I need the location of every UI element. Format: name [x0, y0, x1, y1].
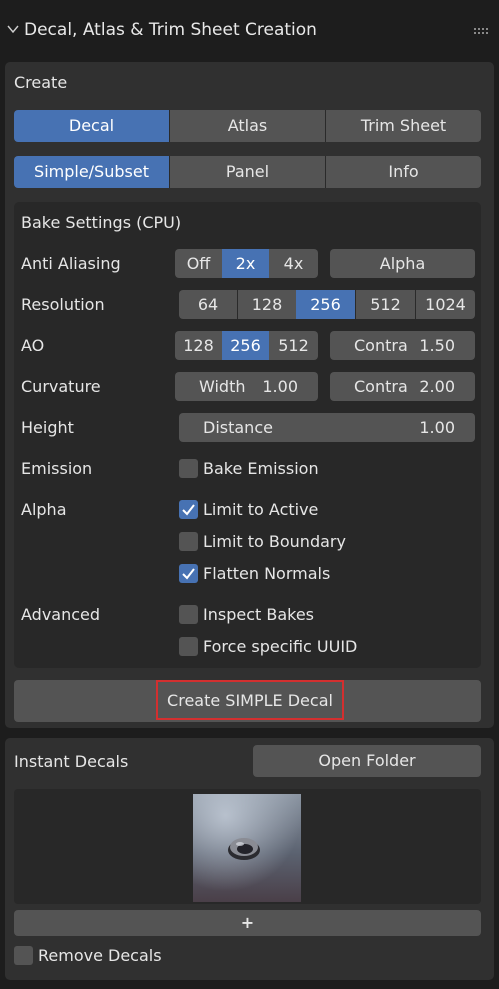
curvature-width-field[interactable]: Width 1.00 [175, 372, 318, 401]
decal-thumbnail[interactable] [193, 794, 301, 902]
tab-decal[interactable]: Decal [14, 110, 169, 142]
ao-128-button[interactable]: 128 [175, 331, 222, 360]
limit-to-active-checkbox[interactable] [179, 500, 198, 519]
aa-off-button[interactable]: Off [175, 249, 222, 278]
tab-atlas[interactable]: Atlas [169, 110, 325, 142]
advanced-label: Advanced [21, 605, 101, 624]
force-uuid-label[interactable]: Force specific UUID [203, 637, 357, 656]
inspect-bakes-checkbox[interactable] [179, 605, 198, 624]
checkmark-icon [182, 504, 195, 516]
checkmark-icon [182, 568, 195, 580]
limit-to-active-label[interactable]: Limit to Active [203, 500, 318, 519]
bake-emission-checkbox[interactable] [179, 459, 198, 478]
curvature-contrast-field[interactable]: Contra 2.00 [330, 372, 475, 401]
tab-info[interactable]: Info [325, 156, 481, 188]
height-distance-label: Distance [203, 418, 273, 437]
drag-grip-icon[interactable] [474, 28, 490, 34]
force-uuid-checkbox[interactable] [179, 637, 198, 656]
height-label: Height [21, 418, 74, 437]
ao-label: AO [21, 336, 45, 355]
alpha-label: Alpha [21, 500, 67, 519]
aa-4x-button[interactable]: 4x [269, 249, 318, 278]
tab-simple-subset[interactable]: Simple/Subset [14, 156, 169, 188]
inspect-bakes-label[interactable]: Inspect Bakes [203, 605, 314, 624]
curvature-label: Curvature [21, 377, 101, 396]
flatten-normals-label[interactable]: Flatten Normals [203, 564, 330, 583]
limit-to-boundary-checkbox[interactable] [179, 532, 198, 551]
open-folder-button[interactable]: Open Folder [253, 745, 481, 777]
curvature-width-value: 1.00 [262, 377, 298, 396]
create-label: Create [14, 73, 68, 92]
remove-decals-label[interactable]: Remove Decals [38, 946, 162, 965]
remove-decals-checkbox[interactable] [14, 946, 33, 965]
alpha-toggle-button[interactable]: Alpha [330, 249, 475, 278]
resolution-128-button[interactable]: 128 [237, 290, 296, 319]
ao-512-button[interactable]: 512 [269, 331, 318, 360]
height-distance-field[interactable]: Distance 1.00 [179, 413, 475, 442]
bake-settings-title: Bake Settings (CPU) [21, 213, 182, 232]
height-distance-value: 1.00 [419, 418, 455, 437]
resolution-512-button[interactable]: 512 [355, 290, 415, 319]
tab-panel[interactable]: Panel [169, 156, 325, 188]
curvature-contrast-label: Contra [354, 377, 408, 396]
limit-to-boundary-label[interactable]: Limit to Boundary [203, 532, 346, 551]
curvature-contrast-value: 2.00 [419, 377, 455, 396]
ao-contrast-value: 1.50 [419, 336, 455, 355]
emission-label: Emission [21, 459, 93, 478]
create-simple-decal-label[interactable]: Create SIMPLE Decal [156, 680, 344, 722]
bake-emission-label[interactable]: Bake Emission [203, 459, 319, 478]
curvature-width-label: Width [199, 377, 246, 396]
ao-contrast-label: Contra [354, 336, 408, 355]
resolution-256-button[interactable]: 256 [296, 290, 355, 319]
resolution-64-button[interactable]: 64 [179, 290, 237, 319]
instant-decals-label: Instant Decals [14, 752, 129, 771]
resolution-label: Resolution [21, 295, 105, 314]
panel-title[interactable]: Decal, Atlas & Trim Sheet Creation [24, 20, 317, 40]
chevron-down-icon[interactable] [6, 22, 20, 36]
add-decal-button[interactable]: + [14, 910, 481, 936]
anti-aliasing-label: Anti Aliasing [21, 254, 121, 273]
ao-contrast-field[interactable]: Contra 1.50 [330, 331, 475, 360]
aa-2x-button[interactable]: 2x [222, 249, 269, 278]
ao-256-button[interactable]: 256 [222, 331, 269, 360]
resolution-1024-button[interactable]: 1024 [415, 290, 475, 319]
tab-trim-sheet[interactable]: Trim Sheet [325, 110, 481, 142]
flatten-normals-checkbox[interactable] [179, 564, 198, 583]
